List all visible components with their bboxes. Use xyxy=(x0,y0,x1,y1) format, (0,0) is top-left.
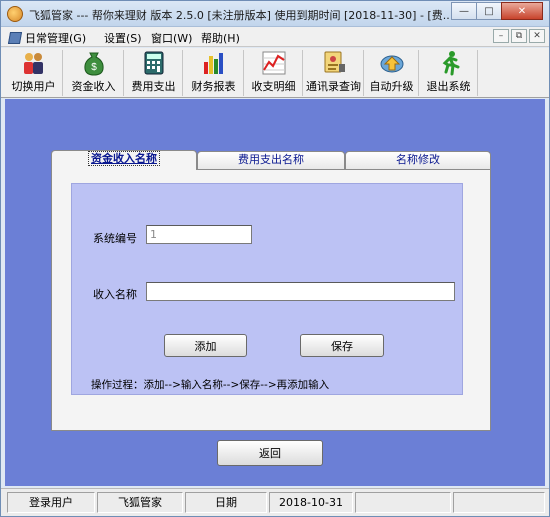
tool-income[interactable]: $ 资金收入 xyxy=(64,50,124,96)
tool-switch-user-label: 切换用户 xyxy=(11,80,56,93)
tool-switch-user[interactable]: 切换用户 xyxy=(5,50,63,96)
tool-detail-label: 收支明细 xyxy=(251,80,296,93)
svg-text:$: $ xyxy=(91,62,97,73)
back-button[interactable]: 返回 xyxy=(217,440,323,466)
line-chart-icon xyxy=(261,50,287,76)
tab-expense-names[interactable]: 费用支出名称 xyxy=(197,151,345,169)
window-controls: — □ ✕ xyxy=(451,2,543,20)
menu-daily-label: 日常管理(G) xyxy=(25,32,87,45)
menu-help[interactable]: 帮助(H) xyxy=(201,30,240,46)
toolbar: 切换用户 $ 资金收入 费用支出 财务报表 收支明细 通讯录查询 自动升级 退出… xyxy=(1,48,549,98)
system-id-input[interactable] xyxy=(146,225,252,244)
tool-report[interactable]: 财务报表 xyxy=(184,50,244,96)
running-man-icon xyxy=(436,50,462,76)
maximize-button[interactable]: □ xyxy=(476,2,502,20)
menu-window[interactable]: 窗口(W) xyxy=(151,30,192,46)
system-id-label: 系统编号 xyxy=(93,232,137,245)
menu-daily[interactable]: 日常管理(G) xyxy=(7,30,87,46)
minimize-button[interactable]: — xyxy=(451,2,477,20)
tool-report-label: 财务报表 xyxy=(191,80,236,93)
upgrade-icon xyxy=(379,50,405,76)
tool-detail[interactable]: 收支明细 xyxy=(245,50,303,96)
menu-bar: 日常管理(G) 设置(S) 窗口(W) 帮助(H) – ⧉ ✕ xyxy=(1,27,549,47)
tool-income-label: 资金收入 xyxy=(71,80,116,93)
income-name-input[interactable] xyxy=(146,282,455,301)
tool-contacts[interactable]: 通讯录查询 xyxy=(304,50,364,96)
switch-user-icon xyxy=(21,50,47,76)
contact-card-icon xyxy=(321,50,347,76)
status-cell-6 xyxy=(453,492,545,513)
close-icon: ✕ xyxy=(517,5,527,17)
status-login-label: 登录用户 xyxy=(7,492,95,513)
income-name-label: 收入名称 xyxy=(93,288,137,301)
tab-income-names-label: 资金收入名称 xyxy=(88,151,160,166)
mdi-close-button[interactable]: ✕ xyxy=(529,29,545,43)
status-date-value: 2018-10-31 xyxy=(269,492,353,513)
fox-app-icon xyxy=(7,6,23,22)
tool-exit[interactable]: 退出系统 xyxy=(420,50,478,96)
maximize-icon: □ xyxy=(484,5,494,17)
tool-expense[interactable]: 费用支出 xyxy=(125,50,183,96)
tab-rename[interactable]: 名称修改 xyxy=(345,151,491,169)
status-user: 飞狐管家 xyxy=(97,492,183,513)
mdi-restore-button[interactable]: ⧉ xyxy=(511,29,527,43)
close-button[interactable]: ✕ xyxy=(501,2,543,20)
window-title: 飞狐管家 --- 帮你来理财 版本 2.5.0 [未注册版本] 使用到期时间 [… xyxy=(29,9,449,22)
operation-hint: 操作过程：添加-->输入名称-->保存-->再添加输入 xyxy=(91,379,330,391)
tab-income-names[interactable]: 资金收入名称 xyxy=(51,150,197,170)
add-button[interactable]: 添加 xyxy=(164,334,247,357)
menu-settings[interactable]: 设置(S) xyxy=(104,30,142,46)
minimize-icon: — xyxy=(459,5,469,17)
save-button[interactable]: 保存 xyxy=(300,334,384,357)
status-date-label: 日期 xyxy=(185,492,267,513)
title-bar: 飞狐管家 --- 帮你来理财 版本 2.5.0 [未注册版本] 使用到期时间 [… xyxy=(1,1,549,27)
status-cell-5 xyxy=(355,492,451,513)
status-bar: 登录用户 飞狐管家 日期 2018-10-31 xyxy=(1,488,549,516)
app-window: 飞狐管家 --- 帮你来理财 版本 2.5.0 [未注册版本] 使用到期时间 [… xyxy=(0,0,550,517)
edit-icon xyxy=(7,32,23,44)
mdi-controls: – ⧉ ✕ xyxy=(493,29,545,43)
money-bag-icon: $ xyxy=(81,50,107,76)
mdi-minimize-button[interactable]: – xyxy=(493,29,509,43)
calculator-icon xyxy=(141,50,167,76)
tool-expense-label: 费用支出 xyxy=(131,80,176,93)
tool-exit-label: 退出系统 xyxy=(426,80,471,93)
tool-upgrade-label: 自动升级 xyxy=(369,80,414,93)
tool-upgrade[interactable]: 自动升级 xyxy=(365,50,419,96)
tool-contacts-label: 通讯录查询 xyxy=(306,80,361,93)
bar-chart-icon xyxy=(201,50,227,76)
